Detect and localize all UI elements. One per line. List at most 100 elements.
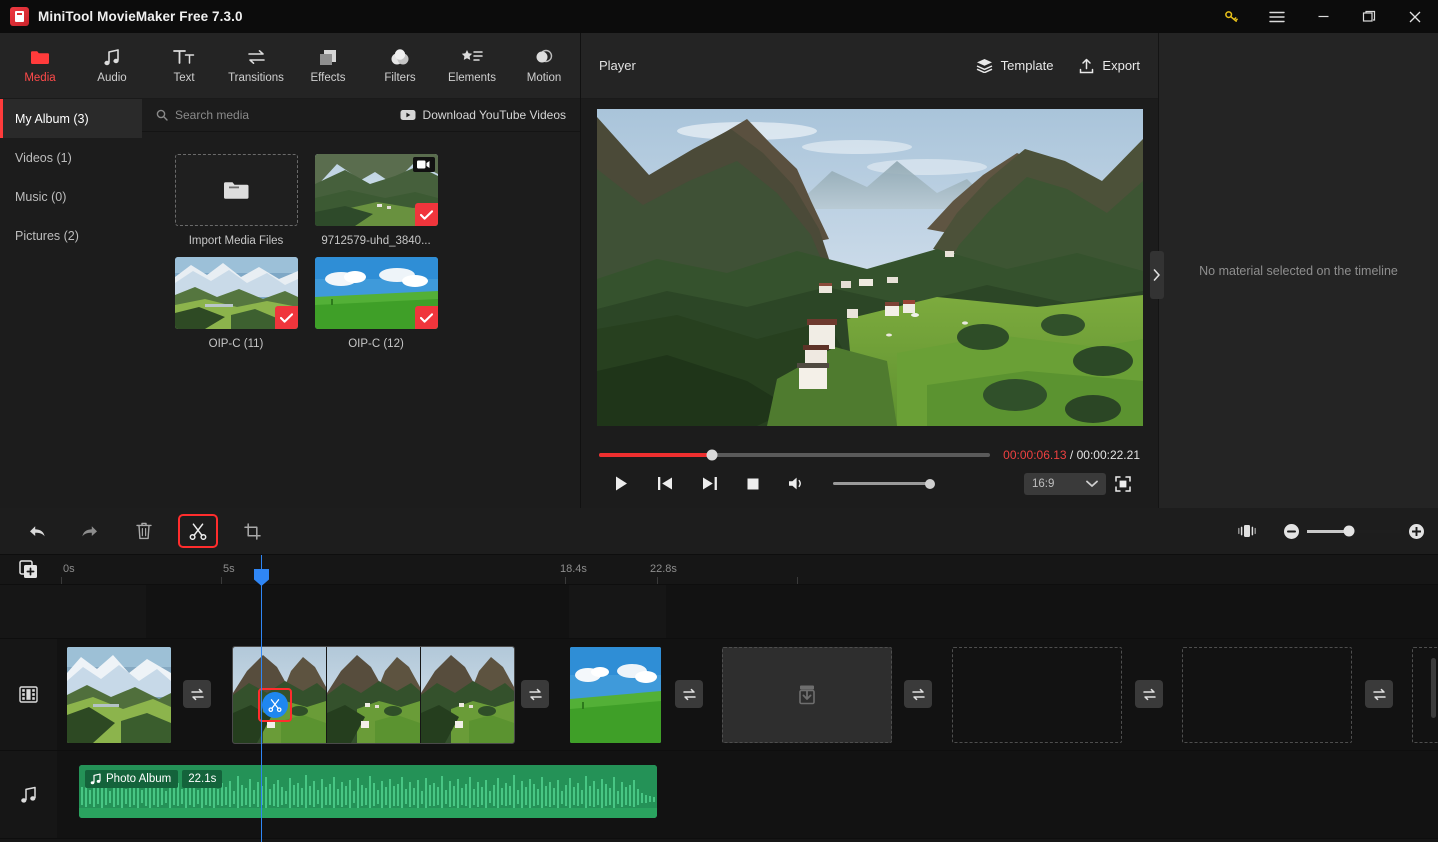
transition-button-4[interactable] xyxy=(904,680,932,708)
seek-handle[interactable] xyxy=(706,449,718,460)
time-display: 00:00:06.13 / 00:00:22.21 xyxy=(1003,448,1140,462)
split-icon xyxy=(268,699,282,712)
transition-button-3[interactable] xyxy=(675,680,703,708)
tool-elements[interactable]: Elements xyxy=(436,35,508,97)
zoom-slider-handle[interactable] xyxy=(1343,525,1355,537)
seek-bar[interactable] xyxy=(599,449,991,460)
media-checked-badge[interactable] xyxy=(414,203,438,226)
tool-text[interactable]: Text xyxy=(148,35,220,97)
media-item-oipc11[interactable]: OIP-C (11) xyxy=(166,257,306,350)
tool-label: Transitions xyxy=(228,72,284,84)
media-item-oipc12[interactable]: OIP-C (12) xyxy=(306,257,446,350)
close-button[interactable] xyxy=(1392,0,1438,33)
minimize-button[interactable] xyxy=(1300,0,1346,33)
audio-clip-name: Photo Album xyxy=(106,773,172,785)
volume-slider[interactable] xyxy=(833,478,935,489)
split-chip-button[interactable] xyxy=(262,692,288,718)
media-checked-badge[interactable] xyxy=(414,306,438,329)
media-thumbnail[interactable] xyxy=(314,257,438,329)
video-track-body[interactable] xyxy=(57,639,1438,750)
sidebar-item-music[interactable]: Music (0) xyxy=(0,177,142,216)
media-item-video[interactable]: 9712579-uhd_3840... xyxy=(306,154,446,247)
ruler-scale[interactable]: 0s 5s 18.4s 22.8s xyxy=(57,555,1438,584)
zoom-out-button[interactable] xyxy=(1284,523,1299,539)
crop-button[interactable] xyxy=(234,516,270,546)
next-frame-button[interactable] xyxy=(687,471,731,497)
transition-button-5[interactable] xyxy=(1135,680,1163,708)
zoom-slider[interactable] xyxy=(1307,525,1401,537)
timeline-clip-green-field[interactable] xyxy=(570,647,661,743)
undo-button[interactable] xyxy=(18,516,54,546)
overlay-track-body[interactable] xyxy=(57,585,1438,638)
add-media-to-timeline-button[interactable] xyxy=(0,555,57,584)
chevron-down-icon xyxy=(1086,480,1098,487)
tool-effects[interactable]: Effects xyxy=(292,35,364,97)
player-controls: 00:00:06.13 / 00:00:22.21 16:9 xyxy=(581,436,1158,508)
film-strip-icon xyxy=(19,686,38,703)
ruler-label: 0s xyxy=(63,563,75,575)
volume-handle[interactable] xyxy=(925,478,935,489)
transition-button-2[interactable] xyxy=(521,680,549,708)
timeline-scrollbar[interactable] xyxy=(1431,658,1436,718)
media-item-import[interactable]: Import Media Files xyxy=(166,154,306,247)
timeline-video-track xyxy=(0,639,1438,751)
media-thumbnail[interactable] xyxy=(314,154,438,226)
video-track-header[interactable] xyxy=(0,639,57,750)
timeline-audio-clip[interactable]: Photo Album 22.1s xyxy=(79,765,657,818)
tool-label: Media xyxy=(24,72,56,84)
maximize-button[interactable] xyxy=(1346,0,1392,33)
fit-timeline-icon[interactable] xyxy=(1230,516,1264,546)
sidebar-item-label: My Album (3) xyxy=(15,111,89,126)
menu-icon[interactable] xyxy=(1254,0,1300,33)
media-thumbnail[interactable] xyxy=(174,257,298,329)
search-placeholder: Search media xyxy=(175,108,250,122)
split-button[interactable] xyxy=(178,514,218,548)
download-youtube-button[interactable]: Download YouTube Videos xyxy=(400,108,566,122)
export-button[interactable]: Export xyxy=(1079,58,1140,74)
timeline-slot-empty-1[interactable] xyxy=(952,647,1122,743)
sidebar-item-pictures[interactable]: Pictures (2) xyxy=(0,216,142,255)
empty-state-message: No material selected on the timeline xyxy=(1199,263,1398,278)
media-checked-badge[interactable] xyxy=(274,306,298,329)
play-button[interactable] xyxy=(599,471,643,497)
audio-track-body[interactable]: Photo Album 22.1s xyxy=(57,751,1438,838)
previous-frame-button[interactable] xyxy=(643,471,687,497)
transitions-icon xyxy=(1142,688,1156,700)
folder-icon xyxy=(30,47,50,67)
main-body: Media Audio Text Transitions Effects Fil… xyxy=(0,33,1438,508)
ruler-label: 22.8s xyxy=(650,563,677,575)
zoom-in-button[interactable] xyxy=(1409,523,1424,539)
main-toolbar: Media Audio Text Transitions Effects Fil… xyxy=(0,33,580,99)
video-preview[interactable] xyxy=(596,109,1143,426)
sidebar-item-my-album[interactable]: My Album (3) xyxy=(0,99,142,138)
volume-icon[interactable] xyxy=(775,471,819,497)
tool-motion[interactable]: Motion xyxy=(508,35,580,97)
audio-track-header[interactable] xyxy=(0,751,57,838)
tool-audio[interactable]: Audio xyxy=(76,35,148,97)
timeline-slot-download[interactable] xyxy=(722,647,892,743)
transitions-icon xyxy=(1372,688,1386,700)
sidebar-item-videos[interactable]: Videos (1) xyxy=(0,138,142,177)
template-button[interactable]: Template xyxy=(976,58,1053,73)
transition-button-6[interactable] xyxy=(1365,680,1393,708)
import-media-dropzone[interactable] xyxy=(174,154,298,226)
transition-button-1[interactable] xyxy=(183,680,211,708)
tool-filters[interactable]: Filters xyxy=(364,35,436,97)
tool-media[interactable]: Media xyxy=(4,35,76,97)
panel-collapse-button[interactable] xyxy=(1150,251,1164,299)
stop-button[interactable] xyxy=(731,471,775,497)
timeline-slot-empty-2[interactable] xyxy=(1182,647,1352,743)
tool-label: Filters xyxy=(384,72,416,84)
ruler-tick xyxy=(565,577,566,584)
key-icon[interactable] xyxy=(1208,0,1254,33)
redo-button[interactable] xyxy=(72,516,108,546)
tool-transitions[interactable]: Transitions xyxy=(220,35,292,97)
aspect-ratio-select[interactable]: 16:9 xyxy=(1024,472,1106,495)
delete-button[interactable] xyxy=(126,516,162,546)
timeline-clip-mountain[interactable] xyxy=(67,647,171,743)
split-marker-highlight[interactable] xyxy=(258,688,292,722)
fullscreen-button[interactable] xyxy=(1106,471,1140,497)
media-item-label: OIP-C (12) xyxy=(348,338,404,350)
seek-row: 00:00:06.13 / 00:00:22.21 xyxy=(599,448,1140,462)
search-input[interactable]: Search media xyxy=(156,108,249,122)
